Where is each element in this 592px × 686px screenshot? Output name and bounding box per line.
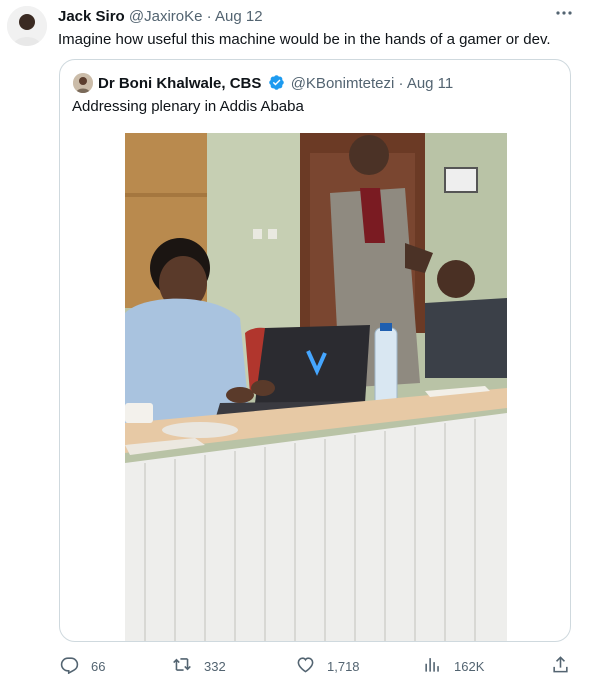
separator-dot: · [398, 75, 404, 92]
reply-count: 66 [91, 658, 106, 674]
views-count: 162K [454, 658, 485, 674]
quoted-photo[interactable] [125, 133, 507, 641]
retweet-count: 332 [204, 658, 226, 674]
views-icon [423, 655, 454, 677]
quoted-author-handle[interactable]: @KBonimtetezi [291, 75, 395, 92]
like-icon [296, 655, 327, 677]
like-button[interactable]: 1,718 [296, 652, 360, 680]
tweet-date[interactable]: Aug 12 [215, 8, 263, 25]
reply-button[interactable]: 66 [60, 652, 105, 680]
tweet-header: Jack Siro @JaxiroKe · Aug 12 [58, 8, 263, 26]
quoted-text: Addressing plenary in Addis Ababa [72, 98, 304, 115]
verified-icon [268, 74, 285, 96]
author-name[interactable]: Jack Siro [58, 8, 125, 25]
share-button[interactable] [551, 652, 582, 680]
like-count: 1,718 [327, 658, 360, 674]
quoted-tweet[interactable]: Dr Boni Khalwale, CBS @KBonimtetezi · Au… [59, 59, 571, 642]
reply-icon [60, 655, 91, 677]
tweet: Jack Siro @JaxiroKe · Aug 12 Imagine how… [0, 0, 592, 686]
quoted-header: Dr Boni Khalwale, CBS @KBonimtetezi · Au… [98, 74, 453, 96]
action-bar: 66 332 1,718 162K [0, 652, 592, 680]
retweet-button[interactable]: 332 [172, 652, 226, 680]
quoted-date[interactable]: Aug 11 [407, 75, 453, 92]
author-avatar[interactable] [7, 6, 47, 46]
quoted-author-name[interactable]: Dr Boni Khalwale, CBS [98, 75, 261, 92]
separator-dot: · [206, 8, 212, 25]
tweet-text: Imagine how useful this machine would be… [58, 31, 551, 48]
views-button[interactable]: 162K [423, 652, 484, 680]
quoted-author-avatar[interactable] [73, 73, 93, 93]
share-icon [551, 655, 582, 677]
retweet-icon [172, 655, 204, 677]
author-handle[interactable]: @JaxiroKe [129, 8, 203, 25]
more-icon[interactable] [554, 3, 574, 23]
